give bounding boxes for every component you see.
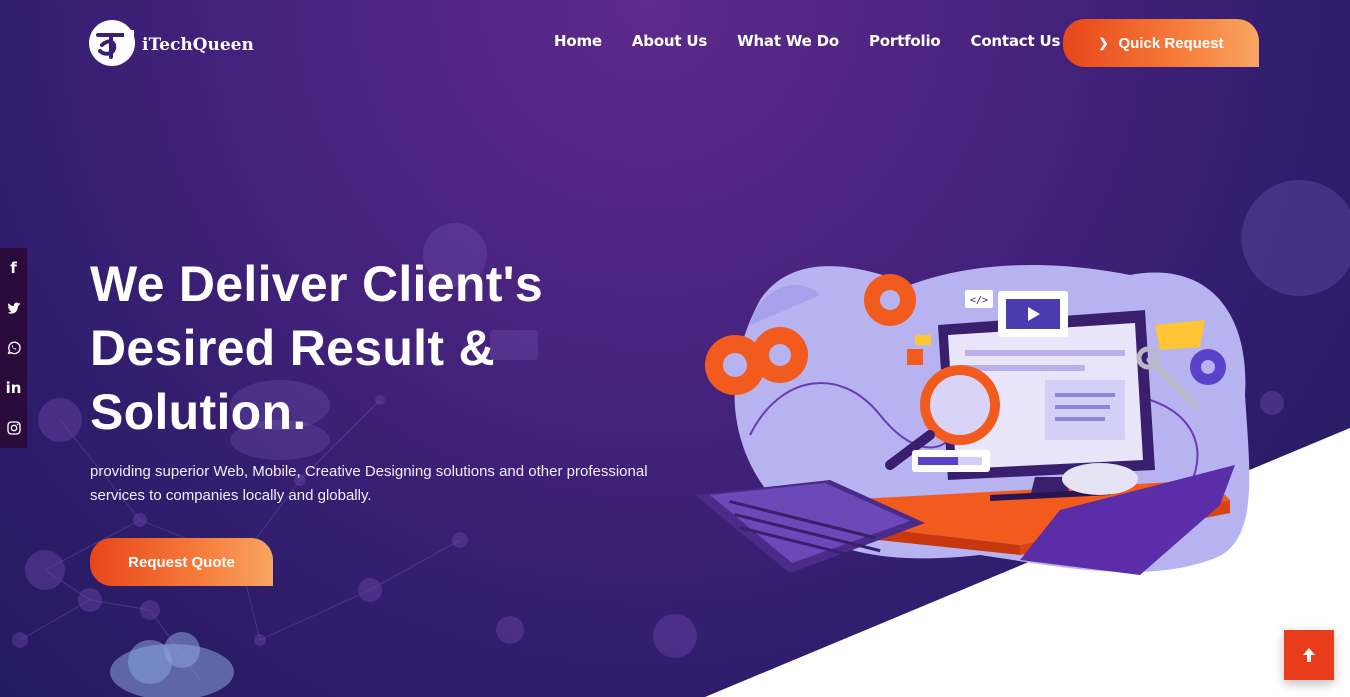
quick-request-label: Quick Request [1118,34,1224,52]
nav-what-we-do[interactable]: What We Do [737,32,839,50]
brand-name: iTechQueen [142,35,254,55]
twitter-icon[interactable] [0,288,27,328]
instagram-icon[interactable] [0,408,27,448]
linkedin-icon[interactable]: in [0,368,27,408]
nav-contact-us[interactable]: Contact Us [971,32,1061,50]
facebook-icon[interactable]: f [0,248,27,288]
brand-logo[interactable]: iTechQueen [88,18,254,68]
request-quote-button[interactable]: Request Quote [90,538,273,586]
whatsapp-icon[interactable] [0,328,27,368]
hero-title: We Deliver Client's Desired Result & Sol… [90,252,610,444]
hero-title-line-3: Solution. [90,384,307,440]
scroll-to-top-button[interactable] [1284,630,1334,680]
nav-home[interactable]: Home [554,32,602,50]
social-sidebar: f in [0,248,27,448]
main-navigation: Home About Us What We Do Portfolio Conta… [554,32,1090,50]
hero-illustration: </> [695,265,1250,575]
hero-title-line-1: We Deliver Client's [90,256,543,312]
video-card-icon [998,291,1068,337]
mouse-icon [1062,463,1138,495]
nav-about-us[interactable]: About Us [632,32,707,50]
progress-card-icon [912,450,990,472]
arrow-up-icon [1303,648,1315,662]
gear-icon-small [1190,349,1226,385]
quick-request-button[interactable]: ❯ Quick Request [1063,19,1259,67]
nav-portfolio[interactable]: Portfolio [869,32,941,50]
svg-text:</>: </> [970,295,988,306]
hero-title-line-2: Desired Result & [90,320,495,376]
chevron-right-icon: ❯ [1098,36,1109,50]
hero-subtitle: providing superior Web, Mobile, Creative… [90,463,648,504]
logo-mark-icon [89,20,135,66]
code-tag-icon: </> [965,290,993,308]
